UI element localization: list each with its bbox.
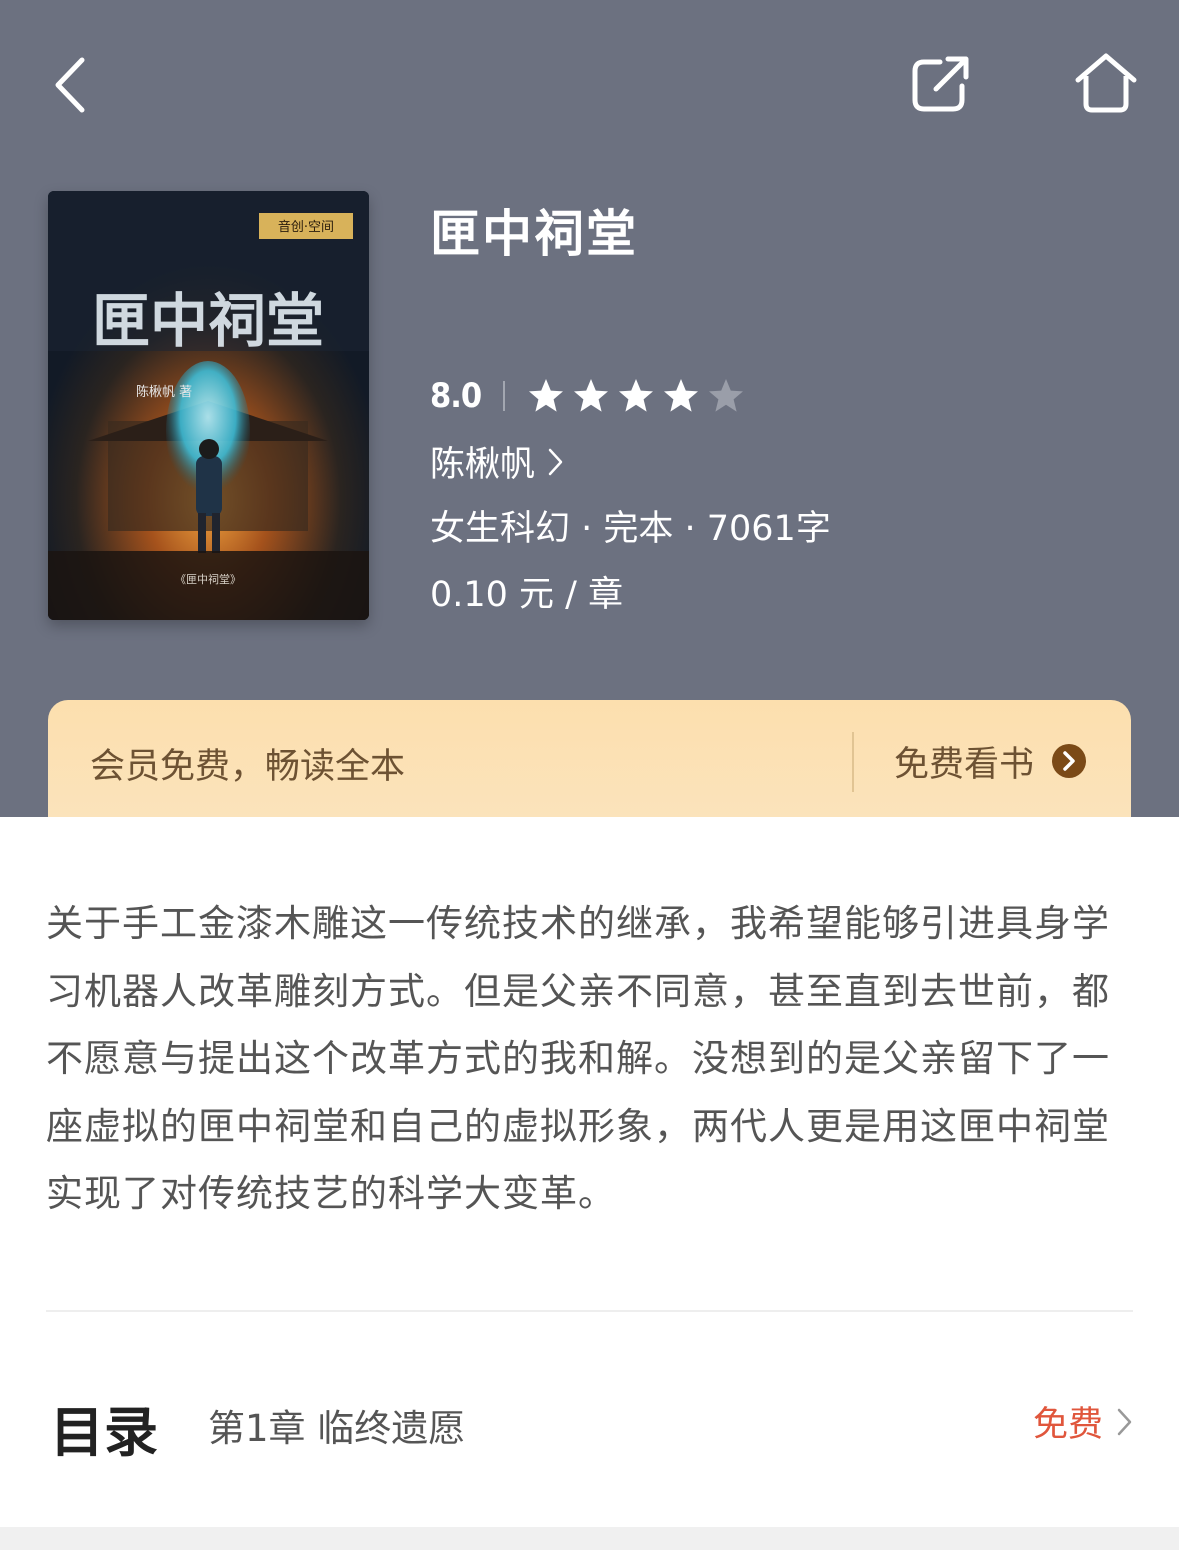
free-read-label: 免费看书: [894, 744, 1035, 785]
cover-publisher-label: 音创·空间: [278, 219, 334, 235]
home-button[interactable]: [1072, 50, 1140, 118]
book-price: 0.10 元 / 章: [430, 575, 624, 615]
rating-divider: [503, 381, 506, 411]
book-meta: 女生科幻 · 完本 · 7061字: [430, 509, 831, 549]
vip-banner[interactable]: 会员免费，畅读全本 免费看书: [48, 700, 1131, 817]
free-read-button[interactable]: 免费看书: [894, 730, 1087, 792]
star-filled-icon: [664, 379, 699, 412]
chevron-left-icon: [55, 57, 85, 113]
star-filled-icon: [619, 379, 654, 412]
vip-divider: [852, 732, 854, 792]
cover-caption: 《匣中祠堂》: [175, 573, 241, 586]
back-button[interactable]: [44, 50, 104, 120]
share-button[interactable]: [906, 52, 976, 118]
rating-stars: [527, 377, 745, 415]
toc-first-chapter: 第1章 临终遗愿: [208, 1407, 466, 1450]
vip-promo-text: 会员免费，畅读全本: [90, 747, 406, 787]
star-filled-icon: [574, 379, 609, 412]
toc-row[interactable]: 目录 第1章 临终遗愿 免费: [46, 1378, 1133, 1468]
cover-title-art: 匣中祠堂: [92, 287, 324, 355]
home-icon: [1075, 53, 1137, 113]
cover-author-label: 陈楸帆 著: [136, 384, 192, 400]
author-link[interactable]: 陈楸帆: [430, 436, 565, 487]
share-icon: [912, 56, 969, 112]
chevron-right-icon: [1117, 1408, 1132, 1435]
section-divider: [46, 1310, 1133, 1312]
book-title: 匣中祠堂: [430, 205, 638, 263]
book-synopsis: 关于手工金漆木雕这一传统技术的继承，我希望能够引进具身学习机器人改革雕刻方式。但…: [46, 902, 1110, 1215]
arrow-circle-right-icon: [1052, 744, 1087, 778]
star-empty-icon: [709, 379, 744, 412]
toc-free-badge: 免费: [1033, 1396, 1133, 1447]
toc-free-label: 免费: [1032, 1405, 1103, 1445]
star-filled-icon: [529, 379, 564, 412]
rating-row: 8.0: [430, 372, 745, 420]
toc-title: 目录: [50, 1401, 158, 1464]
chevron-right-icon: [548, 448, 563, 475]
book-header: 音创·空间 匣中祠堂 陈楸帆 著 《匣中祠堂》 匣中祠堂 8.0 陈楸帆 女生科…: [0, 0, 1179, 817]
bottom-strip: [0, 1527, 1179, 1550]
book-cover[interactable]: 音创·空间 匣中祠堂 陈楸帆 著 《匣中祠堂》: [48, 191, 369, 620]
author-name: 陈楸帆: [430, 445, 536, 485]
rating-score: 8.0: [430, 376, 482, 416]
